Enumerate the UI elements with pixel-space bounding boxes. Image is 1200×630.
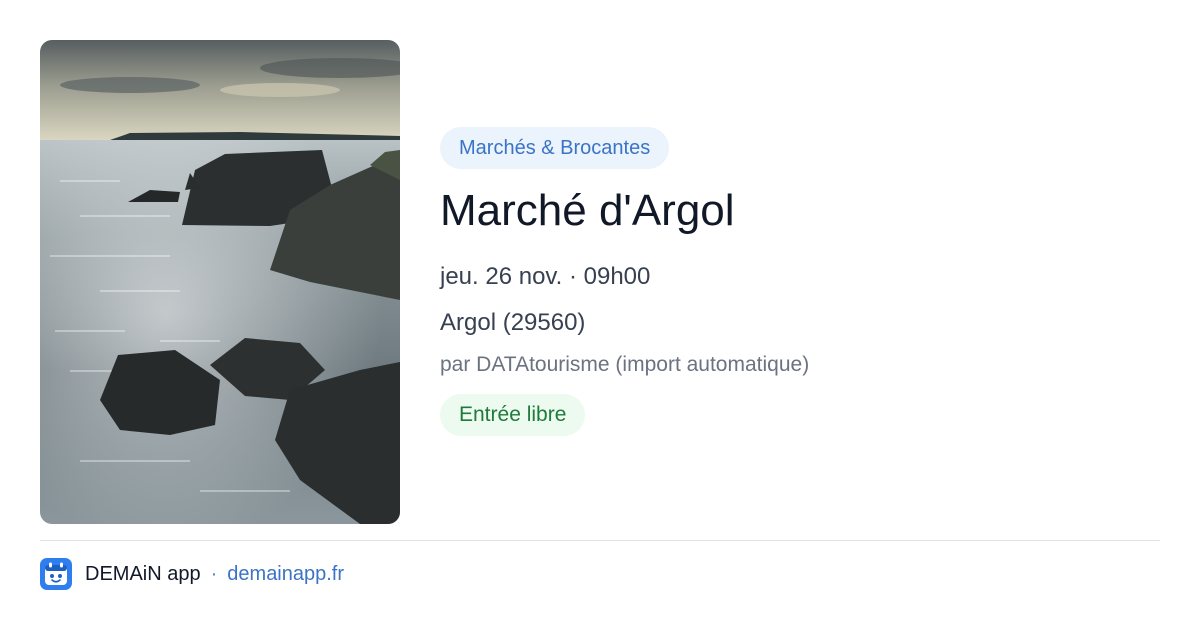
app-name: DEMAiN app xyxy=(85,562,201,585)
event-photo xyxy=(40,40,400,524)
event-source: par DATAtourisme (import automatique) xyxy=(440,353,810,376)
footer: DEMAiN app · demainapp.fr xyxy=(40,558,344,590)
site-link[interactable]: demainapp.fr xyxy=(227,563,344,586)
calendar-face-icon[interactable] xyxy=(40,558,72,590)
event-date-time: jeu. 26 nov. · 09h00 xyxy=(440,263,651,290)
event-title[interactable]: Marché d'Argol xyxy=(440,185,735,237)
event-info: Marchés & Brocantes Marché d'Argol jeu. … xyxy=(440,127,1160,436)
price-badge: Entrée libre xyxy=(440,394,586,436)
footer-divider xyxy=(40,540,1160,541)
category-badge[interactable]: Marchés & Brocantes xyxy=(440,127,670,169)
event-card[interactable]: Marchés & Brocantes Marché d'Argol jeu. … xyxy=(0,0,1200,630)
footer-separator: · xyxy=(210,562,218,585)
event-location: Argol (29560) xyxy=(440,309,586,336)
